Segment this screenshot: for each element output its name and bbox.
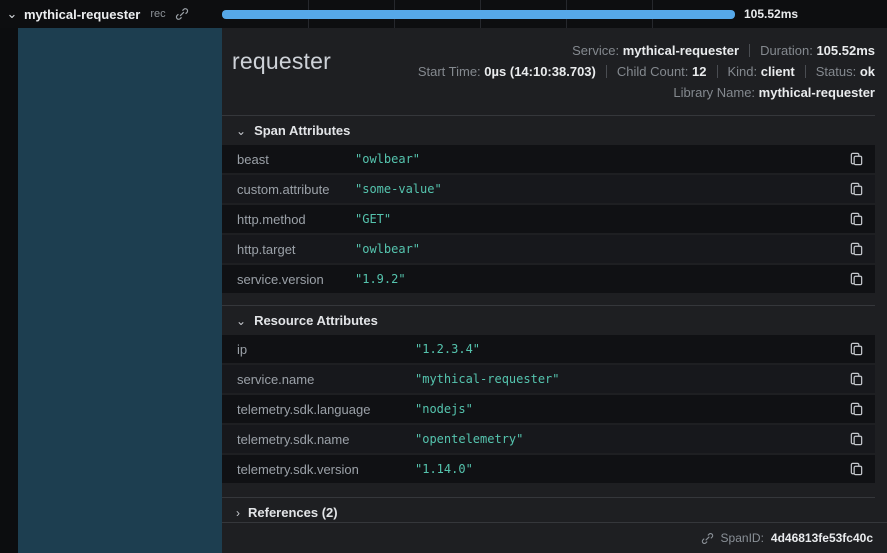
duration-meta-label: Duration:	[760, 43, 813, 58]
copy-button[interactable]	[847, 180, 866, 199]
attribute-value: "1.2.3.4"	[415, 342, 847, 356]
meta-line-2: Start Time: 0µs (14:10:38.703) Child Coun…	[418, 61, 875, 82]
chevron-right-icon: ›	[236, 507, 240, 519]
kind-value: client	[761, 64, 795, 79]
library-name-value: mythical-requester	[759, 85, 875, 100]
start-time-label: Start Time:	[418, 64, 481, 79]
attribute-key: telemetry.sdk.language	[237, 402, 415, 417]
attribute-key: http.target	[237, 242, 355, 257]
span-id-footer: SpanID: 4d46813fe53fc40c	[222, 522, 887, 553]
copy-button[interactable]	[847, 340, 866, 359]
table-row: service.version "1.9.2"	[222, 265, 875, 293]
link-icon[interactable]	[701, 532, 714, 545]
table-row: http.target "owlbear"	[222, 235, 875, 263]
attribute-value: "some-value"	[355, 182, 847, 196]
meta-divider	[717, 65, 718, 78]
span-meta: Service: mythical-requester Duration: 105…	[418, 40, 875, 103]
attribute-value: "owlbear"	[355, 242, 847, 256]
attribute-key: http.method	[237, 212, 355, 227]
copy-button[interactable]	[847, 370, 866, 389]
meta-divider	[749, 44, 750, 57]
attribute-value: "owlbear"	[355, 152, 847, 166]
span-id-value: 4d46813fe53fc40c	[771, 531, 873, 545]
span-details-panel: requester Service: mythical-requester Dur…	[222, 28, 887, 553]
table-row: http.method "GET"	[222, 205, 875, 233]
copy-button[interactable]	[847, 210, 866, 229]
table-row: ip "1.2.3.4"	[222, 335, 875, 363]
copy-button[interactable]	[847, 400, 866, 419]
meta-divider	[606, 65, 607, 78]
resource-attributes-table: ip "1.2.3.4" service.name "mythical-requ…	[222, 335, 875, 483]
table-row: custom.attribute "some-value"	[222, 175, 875, 203]
left-gutter	[0, 28, 18, 553]
timeline-ruler	[222, 0, 738, 28]
kind-label: Kind:	[728, 64, 758, 79]
copy-button[interactable]	[847, 460, 866, 479]
span-attributes-header[interactable]: ⌄ Span Attributes	[222, 115, 875, 145]
status-label: Status:	[816, 64, 856, 79]
span-duration-bar[interactable]	[222, 10, 735, 19]
status-value: ok	[860, 64, 875, 79]
copy-button[interactable]	[847, 430, 866, 449]
library-name-label: Library Name:	[673, 85, 755, 100]
copy-button[interactable]	[847, 270, 866, 289]
attribute-value: "GET"	[355, 212, 847, 226]
main-area: requester Service: mythical-requester Dur…	[0, 28, 887, 553]
chevron-down-icon[interactable]: ⌄	[0, 6, 24, 22]
chevron-down-icon: ⌄	[236, 315, 246, 327]
link-icon[interactable]	[175, 7, 189, 21]
attribute-value: "1.9.2"	[355, 272, 847, 286]
meta-line-1: Service: mythical-requester Duration: 105…	[418, 40, 875, 61]
span-attributes-table: beast "owlbear" custom.attribute "some-v…	[222, 145, 875, 293]
attribute-key: custom.attribute	[237, 182, 355, 197]
table-row: telemetry.sdk.version "1.14.0"	[222, 455, 875, 483]
section-title: References (2)	[248, 505, 338, 520]
attribute-key: telemetry.sdk.name	[237, 432, 415, 447]
attribute-key: service.version	[237, 272, 355, 287]
copy-button[interactable]	[847, 150, 866, 169]
table-row: telemetry.sdk.language "nodejs"	[222, 395, 875, 423]
attribute-key: beast	[237, 152, 355, 167]
details-header: requester Service: mythical-requester Dur…	[222, 38, 887, 111]
span-title: requester	[232, 48, 331, 75]
chevron-down-icon: ⌄	[236, 125, 246, 137]
span-attributes-section: ⌄ Span Attributes beast "owlbear" custom…	[222, 115, 875, 293]
meta-divider	[805, 65, 806, 78]
start-time-value: 0µs (14:10:38.703)	[484, 64, 596, 79]
trace-root-row[interactable]: ⌄ mythical-requester rec 105.52ms	[0, 0, 887, 28]
resource-attributes-header[interactable]: ⌄ Resource Attributes	[222, 305, 875, 335]
duration-label: 105.52ms	[744, 0, 798, 28]
resource-attributes-section: ⌄ Resource Attributes ip "1.2.3.4" servi…	[222, 305, 875, 483]
meta-line-3: Library Name: mythical-requester	[418, 82, 875, 103]
section-title: Span Attributes	[254, 123, 350, 138]
service-value: mythical-requester	[623, 43, 739, 58]
attribute-value: "nodejs"	[415, 402, 847, 416]
table-row: telemetry.sdk.name "opentelemetry"	[222, 425, 875, 453]
trace-span-name: mythical-requester	[24, 7, 140, 22]
attribute-value: "mythical-requester"	[415, 372, 847, 386]
attribute-key: service.name	[237, 372, 415, 387]
attribute-key: ip	[237, 342, 415, 357]
child-count-value: 12	[692, 64, 706, 79]
attribute-key: telemetry.sdk.version	[237, 462, 415, 477]
table-row: beast "owlbear"	[222, 145, 875, 173]
table-row: service.name "mythical-requester"	[222, 365, 875, 393]
span-id-label: SpanID:	[721, 531, 764, 545]
copy-button[interactable]	[847, 240, 866, 259]
child-count-label: Child Count:	[617, 64, 689, 79]
section-title: Resource Attributes	[254, 313, 378, 328]
attribute-value: "1.14.0"	[415, 462, 847, 476]
service-label: Service:	[572, 43, 619, 58]
duration-meta-value: 105.52ms	[816, 43, 875, 58]
attribute-value: "opentelemetry"	[415, 432, 847, 446]
recording-badge: rec	[150, 8, 165, 20]
trace-tree-panel	[18, 28, 222, 553]
